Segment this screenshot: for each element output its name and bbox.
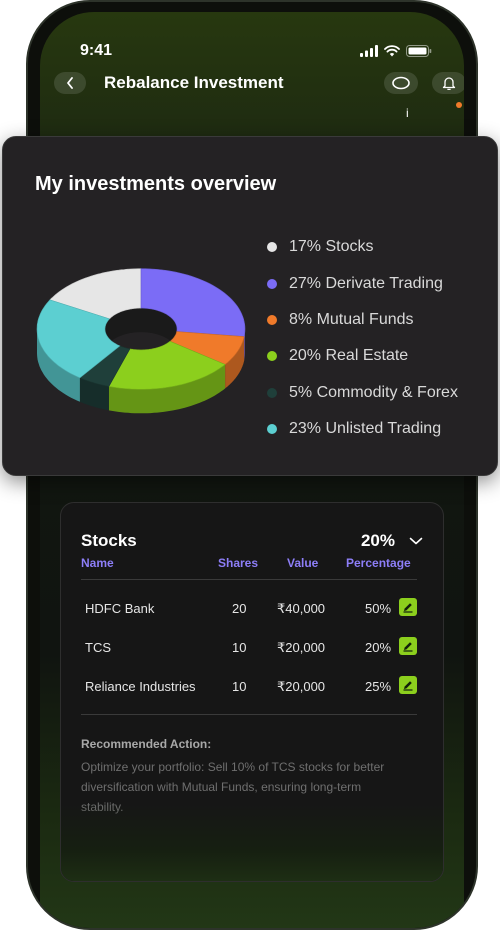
row-shares: 20 <box>232 601 247 616</box>
edit-button[interactable] <box>399 676 417 694</box>
stocks-card: Stocks 20% Name Shares Value Percentage … <box>60 502 444 882</box>
status-time: 9:41 <box>80 42 113 59</box>
legend-label-real-estate: 20% Real Estate <box>289 347 409 365</box>
pencil-icon <box>403 681 413 691</box>
navigation-bar: Rebalance Investment i <box>54 70 464 120</box>
chart-legend: 17% Stocks 27% Derivate Trading 8% Mutua… <box>267 229 458 447</box>
legend-item-real-estate: 20% Real Estate <box>267 338 458 374</box>
pencil-icon <box>403 642 413 652</box>
table-row: Reliance Industries 10 ₹20,000 25% <box>61 676 443 698</box>
investments-pie-chart <box>31 229 261 429</box>
back-button[interactable] <box>54 72 86 94</box>
table-row: TCS 10 ₹20,000 20% <box>61 637 443 659</box>
legend-label-unlisted-trading: 23% Unlisted Trading <box>289 420 442 438</box>
header-divider <box>81 579 417 580</box>
column-header-percentage: Percentage <box>346 556 411 570</box>
legend-dot-derivate-trading <box>267 278 277 289</box>
row-shares: 10 <box>232 640 247 655</box>
battery-icon <box>406 45 432 57</box>
row-percentage: 20% <box>365 640 392 655</box>
legend-label-commodity-forex: 5% Commodity & Forex <box>289 383 458 401</box>
expand-toggle[interactable] <box>409 533 423 551</box>
legend-dot-mutual-funds <box>267 314 277 325</box>
stocks-title: Stocks <box>81 531 137 550</box>
table-row: HDFC Bank 20 ₹40,000 50% <box>61 598 443 620</box>
legend-item-mutual-funds: 8% Mutual Funds <box>267 302 458 338</box>
edit-button[interactable] <box>399 598 417 616</box>
column-header-name: Name <box>81 556 114 570</box>
status-icons <box>360 45 432 57</box>
wifi-icon <box>384 45 400 57</box>
row-percentage: 50% <box>365 601 392 616</box>
edit-button[interactable] <box>399 637 417 655</box>
row-shares: 10 <box>232 679 247 694</box>
legend-label-stocks: 17% Stocks <box>289 238 374 256</box>
status-bar: 9:41 <box>80 42 436 64</box>
bottom-fade <box>61 803 443 881</box>
chevron-left-icon <box>67 77 73 89</box>
notification-dot <box>456 102 462 108</box>
stocks-percentage: 20% <box>360 531 395 550</box>
column-header-shares: Shares <box>218 556 259 570</box>
page-title: Rebalance Investment <box>104 73 284 92</box>
row-value: ₹20,000 <box>277 679 326 694</box>
legend-item-derivate-trading: 27% Derivate Trading <box>267 265 458 301</box>
notifications-button[interactable] <box>432 72 464 94</box>
chevron-down-icon <box>409 537 423 545</box>
legend-dot-stocks <box>267 242 277 253</box>
recommended-action-title: Recommended Action: <box>81 737 212 751</box>
table-divider <box>81 714 417 715</box>
row-name: Reliance Industries <box>85 679 196 694</box>
legend-item-stocks: 17% Stocks <box>267 229 458 265</box>
legend-label-mutual-funds: 8% Mutual Funds <box>289 310 414 328</box>
legend-dot-unlisted-trading <box>267 424 277 435</box>
legend-item-commodity-forex: 5% Commodity & Forex <box>267 375 458 411</box>
legend-dot-real-estate <box>267 351 277 362</box>
column-header-value: Value <box>287 556 319 570</box>
bell-icon <box>442 77 456 90</box>
investments-overview-card: My investments overview 17% Stocks 27% D… <box>2 136 498 476</box>
row-name: HDFC Bank <box>85 601 155 616</box>
row-value: ₹20,000 <box>277 640 326 655</box>
row-value: ₹40,000 <box>277 601 326 616</box>
row-name: TCS <box>85 640 111 655</box>
legend-dot-commodity-forex <box>267 387 277 398</box>
overview-title: My investments overview <box>35 173 277 195</box>
ring-button[interactable] <box>384 72 418 94</box>
signal-icon <box>360 45 378 57</box>
row-percentage: 25% <box>365 679 392 694</box>
ring-icon <box>392 76 410 90</box>
legend-item-unlisted-trading: 23% Unlisted Trading <box>267 411 458 447</box>
legend-label-derivate-trading: 27% Derivate Trading <box>289 274 443 292</box>
pencil-icon <box>403 603 413 613</box>
pie-svg <box>36 268 246 414</box>
info-text: i <box>406 106 409 120</box>
